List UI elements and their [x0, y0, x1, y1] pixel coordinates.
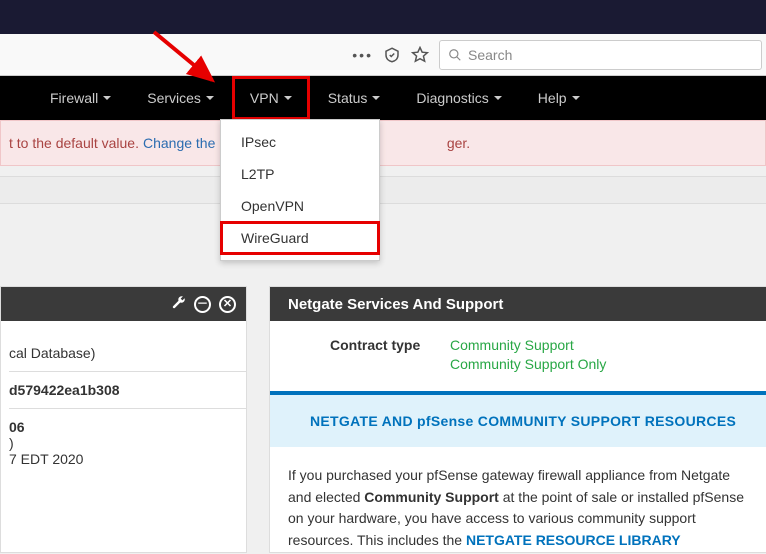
- wrench-icon[interactable]: [171, 295, 186, 313]
- caret-icon: [284, 96, 292, 100]
- browser-search-input[interactable]: Search: [439, 40, 762, 70]
- alert-banner: t to the default value. Change the pa ge…: [0, 120, 766, 166]
- close-icon[interactable]: ✕: [219, 296, 236, 313]
- contract-row: Contract type Community Support Communit…: [270, 321, 766, 395]
- contract-value-2: Community Support Only: [450, 356, 606, 372]
- minus-icon[interactable]: －: [194, 296, 211, 313]
- left-row-2: d579422ea1b308: [9, 371, 246, 408]
- nav-services[interactable]: Services: [129, 76, 232, 120]
- reader-icon[interactable]: [383, 46, 401, 64]
- nav-status[interactable]: Status: [310, 76, 399, 120]
- dropdown-wireguard[interactable]: WireGuard: [221, 222, 379, 254]
- search-icon: [448, 48, 462, 62]
- right-panel-header: Netgate Services And Support: [270, 287, 766, 321]
- support-text: If you purchased your pfSense gateway fi…: [270, 447, 766, 552]
- nav-firewall[interactable]: Firewall: [32, 76, 129, 120]
- caret-icon: [572, 96, 580, 100]
- left-row-3: 06 ) 7 EDT 2020: [9, 408, 246, 477]
- url-area: [0, 40, 340, 70]
- more-icon[interactable]: •••: [352, 47, 373, 63]
- browser-toolbar: ••• Search: [0, 34, 766, 76]
- dropdown-l2tp[interactable]: L2TP: [221, 158, 379, 190]
- dropdown-openvpn[interactable]: OpenVPN: [221, 190, 379, 222]
- left-panel-header: － ✕: [1, 287, 246, 321]
- bookmark-star-icon[interactable]: [411, 46, 429, 64]
- spacer: [0, 176, 766, 204]
- right-panel: Netgate Services And Support Contract ty…: [269, 286, 766, 553]
- main-navbar: Firewall Services VPN Status Diagnostics…: [0, 76, 766, 120]
- caret-icon: [494, 96, 502, 100]
- contract-label: Contract type: [330, 337, 450, 375]
- nav-help[interactable]: Help: [520, 76, 598, 120]
- contract-value-1: Community Support: [450, 337, 606, 353]
- caret-icon: [372, 96, 380, 100]
- left-row-1: cal Database): [9, 335, 246, 371]
- browser-tab-strip: [0, 0, 766, 34]
- resource-banner: NETGATE AND pfSense COMMUNITY SUPPORT RE…: [270, 395, 766, 447]
- alert-tail: ger.: [447, 135, 470, 151]
- dropdown-ipsec[interactable]: IPsec: [221, 126, 379, 158]
- caret-icon: [206, 96, 214, 100]
- left-panel: － ✕ cal Database) d579422ea1b308 06 ) 7 …: [0, 286, 247, 553]
- resource-library-link[interactable]: NETGATE RESOURCE LIBRARY: [466, 532, 681, 548]
- caret-icon: [103, 96, 111, 100]
- nav-vpn[interactable]: VPN: [232, 76, 310, 120]
- search-placeholder: Search: [468, 47, 512, 63]
- alert-text: t to the default value.: [9, 135, 139, 151]
- vpn-dropdown: IPsec L2TP OpenVPN WireGuard: [220, 119, 380, 261]
- nav-diagnostics[interactable]: Diagnostics: [398, 76, 519, 120]
